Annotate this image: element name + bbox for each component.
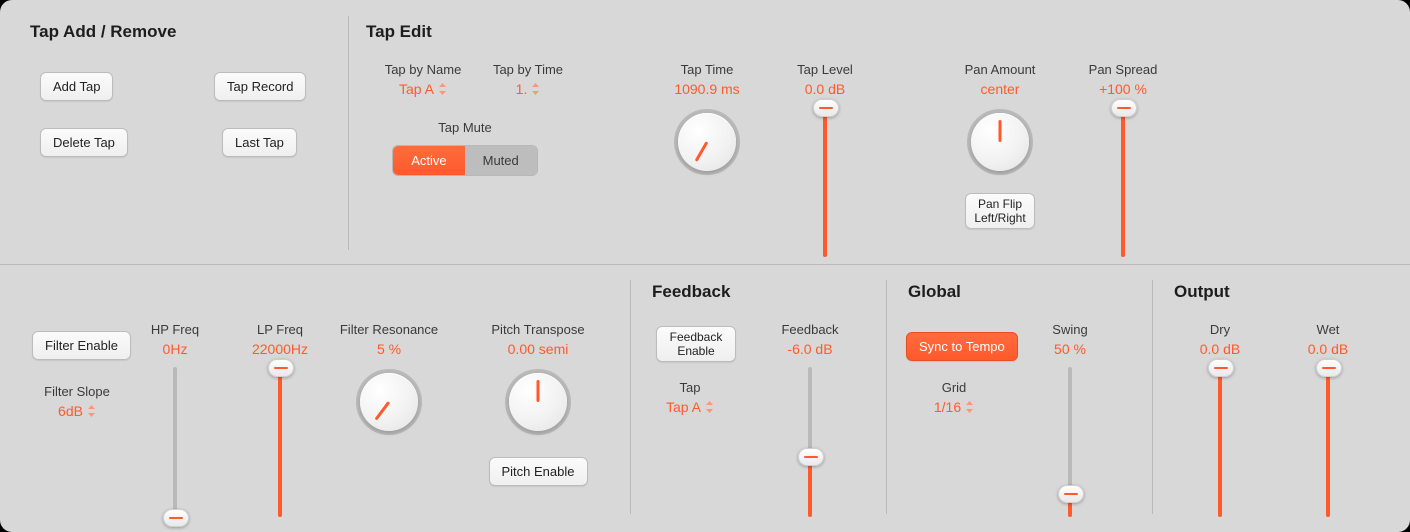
tap-add-remove-section: Tap Add / Remove — [30, 22, 176, 42]
pan-amount-knob[interactable] — [967, 109, 1033, 175]
tap-by-name-value[interactable]: Tap A — [399, 81, 447, 97]
grid-value[interactable]: 1/16 — [934, 399, 974, 415]
separator — [1152, 280, 1153, 514]
output-title: Output — [1174, 282, 1230, 302]
tap-by-time-value[interactable]: 1. — [516, 81, 541, 97]
filter-res-knob[interactable] — [356, 369, 422, 435]
tap-level-slider[interactable] — [810, 107, 840, 257]
tap-mute-segmented[interactable]: Active Muted — [392, 145, 538, 176]
hp-freq-label: HP Freq — [151, 322, 199, 337]
swing-slider[interactable] — [1055, 367, 1085, 517]
tap-edit-title: Tap Edit — [366, 22, 432, 42]
separator — [630, 280, 631, 514]
tap-mute-section: Tap Mute Active Muted — [390, 120, 540, 176]
stepper-icon — [531, 83, 540, 95]
filter-res-value[interactable]: 5 % — [377, 341, 401, 357]
feedback-tap-label: Tap — [680, 380, 701, 395]
pan-spread-slider[interactable] — [1108, 107, 1138, 257]
tap-time-label: Tap Time — [681, 62, 734, 77]
pan-amount-label: Pan Amount — [965, 62, 1036, 77]
pan-amount-value[interactable]: center — [981, 81, 1020, 97]
feedback-tap-value[interactable]: Tap A — [666, 399, 714, 415]
dry-value[interactable]: 0.0 dB — [1200, 341, 1240, 357]
feedback-amount-slider[interactable] — [795, 367, 825, 517]
tap-add-title: Tap Add / Remove — [30, 22, 176, 42]
last-tap-button[interactable]: Last Tap — [222, 128, 297, 157]
hp-freq-slider[interactable] — [160, 367, 190, 517]
feedback-title: Feedback — [652, 282, 730, 302]
swing-value[interactable]: 50 % — [1054, 341, 1086, 357]
filter-slope-value[interactable]: 6dB — [58, 403, 96, 419]
hp-freq-value[interactable]: 0Hz — [163, 341, 188, 357]
delete-tap-button[interactable]: Delete Tap — [40, 128, 128, 157]
feedback-amount-label: Feedback — [781, 322, 838, 337]
filter-slope-control[interactable]: Filter Slope 6dB — [32, 384, 122, 423]
pitch-transpose-label: Pitch Transpose — [491, 322, 584, 337]
feedback-enable-button[interactable]: FeedbackEnable — [656, 326, 736, 362]
sync-to-tempo-button[interactable]: Sync to Tempo — [906, 332, 1018, 361]
tap-mute-muted[interactable]: Muted — [465, 146, 537, 175]
add-tap-button[interactable]: Add Tap — [40, 72, 113, 101]
stepper-icon — [705, 401, 714, 413]
tap-level-label: Tap Level — [797, 62, 853, 77]
separator — [886, 280, 887, 514]
pitch-transpose-knob[interactable] — [505, 369, 571, 435]
dry-label: Dry — [1210, 322, 1230, 337]
tap-time-value[interactable]: 1090.9 ms — [674, 81, 739, 97]
pan-spread-value[interactable]: +100 % — [1099, 81, 1147, 97]
wet-value[interactable]: 0.0 dB — [1308, 341, 1348, 357]
lp-freq-slider[interactable] — [265, 367, 295, 517]
dry-slider[interactable] — [1205, 367, 1235, 517]
wet-label: Wet — [1317, 322, 1340, 337]
grid-label: Grid — [942, 380, 967, 395]
tap-mute-active[interactable]: Active — [393, 146, 464, 175]
tap-by-name-label: Tap by Name — [385, 62, 462, 77]
tap-by-name-control[interactable]: Tap by Name Tap A — [378, 62, 468, 101]
lp-freq-value[interactable]: 22000Hz — [252, 341, 308, 357]
filter-slope-label: Filter Slope — [44, 384, 110, 399]
pan-spread-label: Pan Spread — [1089, 62, 1158, 77]
pan-flip-button[interactable]: Pan FlipLeft/Right — [965, 193, 1034, 229]
tap-level-value[interactable]: 0.0 dB — [805, 81, 845, 97]
wet-slider[interactable] — [1313, 367, 1343, 517]
tap-mute-label: Tap Mute — [438, 120, 491, 135]
swing-label: Swing — [1052, 322, 1087, 337]
stepper-icon — [438, 83, 447, 95]
tap-by-time-label: Tap by Time — [493, 62, 563, 77]
stepper-icon — [965, 401, 974, 413]
filter-enable-button[interactable]: Filter Enable — [32, 331, 131, 360]
separator — [0, 264, 1410, 265]
stepper-icon — [87, 405, 96, 417]
lp-freq-label: LP Freq — [257, 322, 303, 337]
tap-time-knob[interactable] — [674, 109, 740, 175]
filter-res-label: Filter Resonance — [340, 322, 438, 337]
pitch-transpose-value[interactable]: 0.00 semi — [508, 341, 569, 357]
tap-record-button[interactable]: Tap Record — [214, 72, 306, 101]
tap-by-time-control[interactable]: Tap by Time 1. — [488, 62, 568, 101]
pitch-enable-button[interactable]: Pitch Enable — [489, 457, 588, 486]
separator — [348, 16, 349, 250]
feedback-amount-value[interactable]: -6.0 dB — [787, 341, 832, 357]
feedback-tap-control[interactable]: Tap Tap A — [650, 380, 730, 419]
global-title: Global — [908, 282, 961, 302]
grid-control[interactable]: Grid 1/16 — [914, 380, 994, 419]
